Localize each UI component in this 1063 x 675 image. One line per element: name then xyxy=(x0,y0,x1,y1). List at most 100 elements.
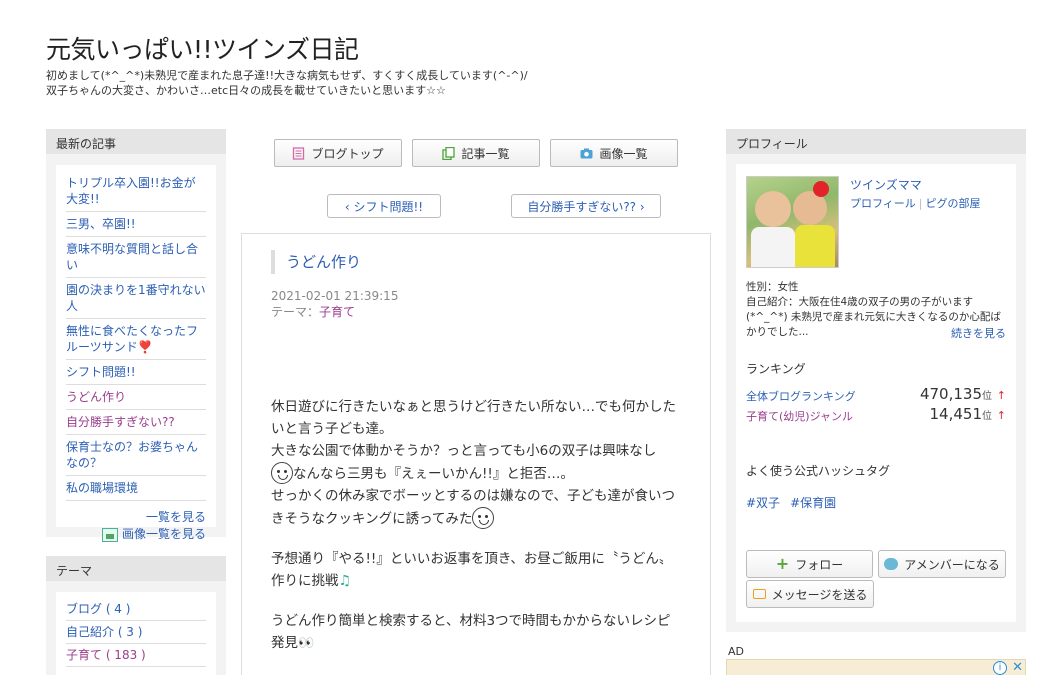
profile-more-link[interactable]: 続きを見る xyxy=(951,325,1006,341)
rank-up-arrow-icon: ↑ xyxy=(996,389,1006,402)
recent-item: トリプル卒入園!!お金が大変!! xyxy=(66,171,206,212)
entry-date: 2021-02-01 21:39:15 xyxy=(271,289,399,303)
entry-text: うどん作り簡単と検索すると、材料3つで時間もかからないレシピ発見 xyxy=(271,613,671,651)
mail-icon xyxy=(752,589,766,599)
recent-item-link[interactable]: 三男、卒園!! xyxy=(66,217,136,231)
amember-button[interactable]: アメンバーになる xyxy=(878,550,1006,578)
article-list-label: 記事一覧 xyxy=(461,146,510,161)
recent-item: 園の決まりを1番守れない人 xyxy=(66,278,206,319)
entry-text: 大きな公園で体動かそうか？っと言っても小6の双子は興味なし xyxy=(271,443,657,459)
ad-label: AD xyxy=(728,645,744,658)
ad-info-icon[interactable]: i xyxy=(993,661,1007,675)
recent-item: シフト問題!! xyxy=(66,360,206,385)
rank-unit: 位 xyxy=(982,391,992,402)
recent-item-link[interactable]: うどん作り xyxy=(66,390,126,404)
document-icon xyxy=(293,146,305,160)
message-button[interactable]: メッセージを送る xyxy=(746,580,874,608)
avatar[interactable] xyxy=(746,176,839,268)
rank-all-value: 470,135 xyxy=(919,385,982,403)
ad-banner[interactable]: i ✕ xyxy=(726,659,1026,675)
blog-top-button[interactable]: ブログトップ xyxy=(274,139,402,167)
rank-genre-label: 子育て(幼児)ジャンル xyxy=(746,410,854,423)
recent-item: 自分勝手すぎない?? xyxy=(66,410,206,435)
next-article-button[interactable]: 自分勝手すぎない?? › xyxy=(511,194,661,218)
theme-item-link[interactable]: ブログ ( 4 ) xyxy=(66,602,130,616)
recent-item-link[interactable]: トリプル卒入園!!お金が大変!! xyxy=(66,176,196,206)
profile-gender: 性別：女性 xyxy=(746,281,799,293)
recent-item: うどん作り xyxy=(66,385,206,410)
theme-item-link[interactable]: 子育て ( 183 ) xyxy=(66,648,146,662)
hashtag-link[interactable]: #保育園 xyxy=(790,496,836,510)
article: うどん作り 2021-02-01 21:39:15 テーマ：子育て 休日遊びに行… xyxy=(241,233,711,675)
prev-article-button[interactable]: ‹ シフト問題!! xyxy=(327,194,441,218)
music-note-icon: ♫ xyxy=(338,573,352,589)
recent-item: 私の職場環境 xyxy=(66,476,206,501)
entry-text: 予想通り『やる!!』といいお返事を頂き、お昼ご飯用に〝うどん〟作りに挑戦 xyxy=(271,551,673,589)
entry-theme-link[interactable]: 子育て xyxy=(319,305,355,319)
theme-inner: ブログ ( 4 ) 自己紹介 ( 3 ) 子育て ( 183 ) xyxy=(56,592,216,675)
recent-more-link[interactable]: 一覧を見る xyxy=(146,510,206,524)
rank-unit: 位 xyxy=(982,411,992,422)
theme-heading: テーマ xyxy=(46,556,226,581)
entry-paragraph-2: 予想通り『やる!!』といいお返事を頂き、お昼ご飯用に〝うどん〟作りに挑戦♫ xyxy=(271,548,681,592)
smiley-face-icon xyxy=(271,462,293,484)
entry-paragraph-1: 休日遊びに行きたいなぁと思うけど行きたい所ない…でも何かしたいと言う子ども達。 … xyxy=(271,396,681,530)
recent-item-link[interactable]: 無性に食べたくなったフルーツサンド❣️ xyxy=(66,324,198,354)
theme-item: 自己紹介 ( 3 ) xyxy=(66,621,206,644)
rank-all-value-wrap: 470,135位 ↑ xyxy=(920,385,1006,403)
theme-item-link[interactable]: 自己紹介 ( 3 ) xyxy=(66,625,142,639)
entry-title[interactable]: うどん作り xyxy=(271,250,361,274)
recent-inner: トリプル卒入園!!お金が大変!! 三男、卒園!! 意味不明な質問と話し合い 園の決まり… xyxy=(56,165,216,542)
recent-item-link[interactable]: 自分勝手すぎない?? xyxy=(66,415,175,429)
pig-room-link[interactable]: ピグの部屋 xyxy=(926,197,981,210)
amember-icon xyxy=(884,558,899,570)
rank-genre-value-wrap: 14,451位 ↑ xyxy=(930,405,1007,423)
follow-button[interactable]: + フォロー xyxy=(746,550,873,578)
profile-panel: ツインズママ プロフィール | ピグの部屋 性別：女性 自己紹介：大阪在住4歳の双子… xyxy=(726,154,1026,632)
recent-item: 保育士なの？お婆ちゃんなの？ xyxy=(66,435,206,476)
profile-name-link[interactable]: ツインズママ xyxy=(850,176,922,193)
rank-genre-value: 14,451 xyxy=(929,405,983,423)
recent-more-links: 一覧を見る 画像一覧を見る xyxy=(66,501,206,543)
entry-body: 休日遊びに行きたいなぁと思うけど行きたい所ない…でも何かしたいと言う子ども達。 … xyxy=(271,396,681,673)
article-list-button[interactable]: 記事一覧 xyxy=(412,139,540,167)
recent-heading: 最新の記事 xyxy=(46,129,226,154)
entry-text: なんなら三男も『えぇーいかん!!』と拒否…。 xyxy=(293,466,574,482)
eyes-icon: 👀 xyxy=(298,636,314,651)
image-list-icon xyxy=(101,527,118,542)
recent-item-link[interactable]: シフト問題!! xyxy=(66,365,136,379)
rank-up-arrow-icon: ↑ xyxy=(996,409,1006,422)
theme-item: 子育て ( 183 ) xyxy=(66,644,206,667)
theme-panel: ブログ ( 4 ) 自己紹介 ( 3 ) 子育て ( 183 ) xyxy=(46,581,226,675)
entry-text: 休日遊びに行きたいなぁと思うけど行きたい所ない…でも何かしたいと言う子ども達。 xyxy=(271,399,676,437)
message-label: メッセージを送る xyxy=(771,587,868,602)
recent-item-link[interactable]: 意味不明な質問と話し合い xyxy=(66,242,198,272)
recent-item-link[interactable]: 保育士なの？お婆ちゃんなの？ xyxy=(66,440,198,470)
profile-link[interactable]: プロフィール xyxy=(850,197,916,210)
hashtag-link[interactable]: #双子 xyxy=(746,496,780,510)
profile-links: プロフィール | ピグの部屋 xyxy=(850,197,981,210)
camera-icon xyxy=(580,148,593,158)
entry-paragraph-3: うどん作り簡単と検索すると、材料3つで時間もかからないレシピ発見👀 xyxy=(271,610,681,655)
blog-top-label: ブログトップ xyxy=(311,146,384,161)
rank-genre-row[interactable]: 子育て(幼児)ジャンル 14,451位 ↑ xyxy=(746,405,1007,428)
recent-list: トリプル卒入園!!お金が大変!! 三男、卒園!! 意味不明な質問と話し合い 園の決まり… xyxy=(66,171,206,501)
plus-icon: + xyxy=(775,554,790,573)
recent-item-link[interactable]: 園の決まりを1番守れない人 xyxy=(66,283,206,313)
image-list-button[interactable]: 画像一覧 xyxy=(550,139,678,167)
blog-description-line2: 双子ちゃんの大変さ、かわいさ…etc日々の成長を載せていきたいと思います☆☆ xyxy=(46,84,446,97)
hashtag-label: よく使う公式ハッシュタグ xyxy=(746,464,891,478)
blog-title[interactable]: 元気いっぱい!!ツインズ日記 xyxy=(46,30,359,66)
recent-item-link[interactable]: 私の職場環境 xyxy=(66,481,138,495)
recent-panel: トリプル卒入園!!お金が大変!! 三男、卒園!! 意味不明な質問と話し合い 園の決まり… xyxy=(46,154,226,542)
ad-close-icon[interactable]: ✕ xyxy=(1012,660,1023,675)
ranking-label: ランキング xyxy=(746,362,806,376)
theme-list: ブログ ( 4 ) 自己紹介 ( 3 ) 子育て ( 183 ) xyxy=(66,598,206,667)
article-list-icon xyxy=(442,146,456,160)
hashtag-list: #双子 #保育園 xyxy=(746,494,846,511)
follow-label: フォロー xyxy=(795,557,844,572)
image-list-link[interactable]: 画像一覧を見る xyxy=(122,527,206,541)
recent-item: 三男、卒園!! xyxy=(66,212,206,237)
rank-all-label: 全体ブログランキング xyxy=(746,390,856,403)
profile-heading: プロフィール xyxy=(726,129,1026,154)
